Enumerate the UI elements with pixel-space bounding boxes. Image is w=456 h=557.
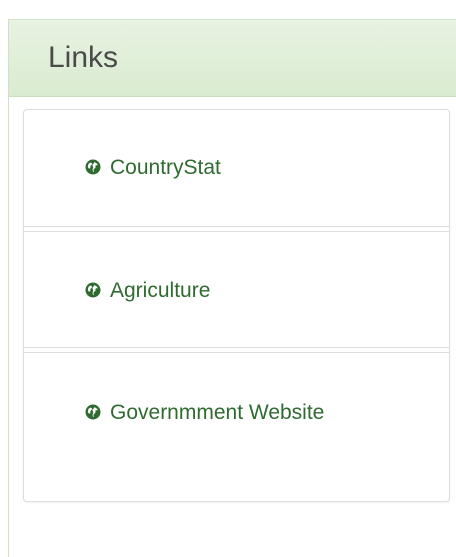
list-item-countrystat: CountryStat [24, 110, 449, 227]
panel-title: Links [48, 41, 119, 74]
link-label: Agriculture [110, 279, 211, 302]
list-item-government-website: Governmment Website [24, 352, 449, 501]
list-item-agriculture: Agriculture [24, 231, 449, 348]
link-countrystat[interactable]: CountryStat [85, 152, 325, 183]
globe-icon [85, 282, 101, 298]
globe-icon [85, 159, 101, 175]
link-list: CountryStat Agriculture Governmment Webs… [23, 109, 450, 502]
links-panel: Links CountryStat Agriculture Governmmen… [8, 19, 456, 557]
link-agriculture[interactable]: Agriculture [85, 275, 325, 306]
link-label: CountryStat [110, 156, 221, 179]
link-label: Governmment Website [110, 401, 325, 424]
globe-icon [85, 404, 101, 420]
link-government-website[interactable]: Governmment Website [85, 397, 325, 428]
panel-heading: Links [9, 19, 456, 97]
